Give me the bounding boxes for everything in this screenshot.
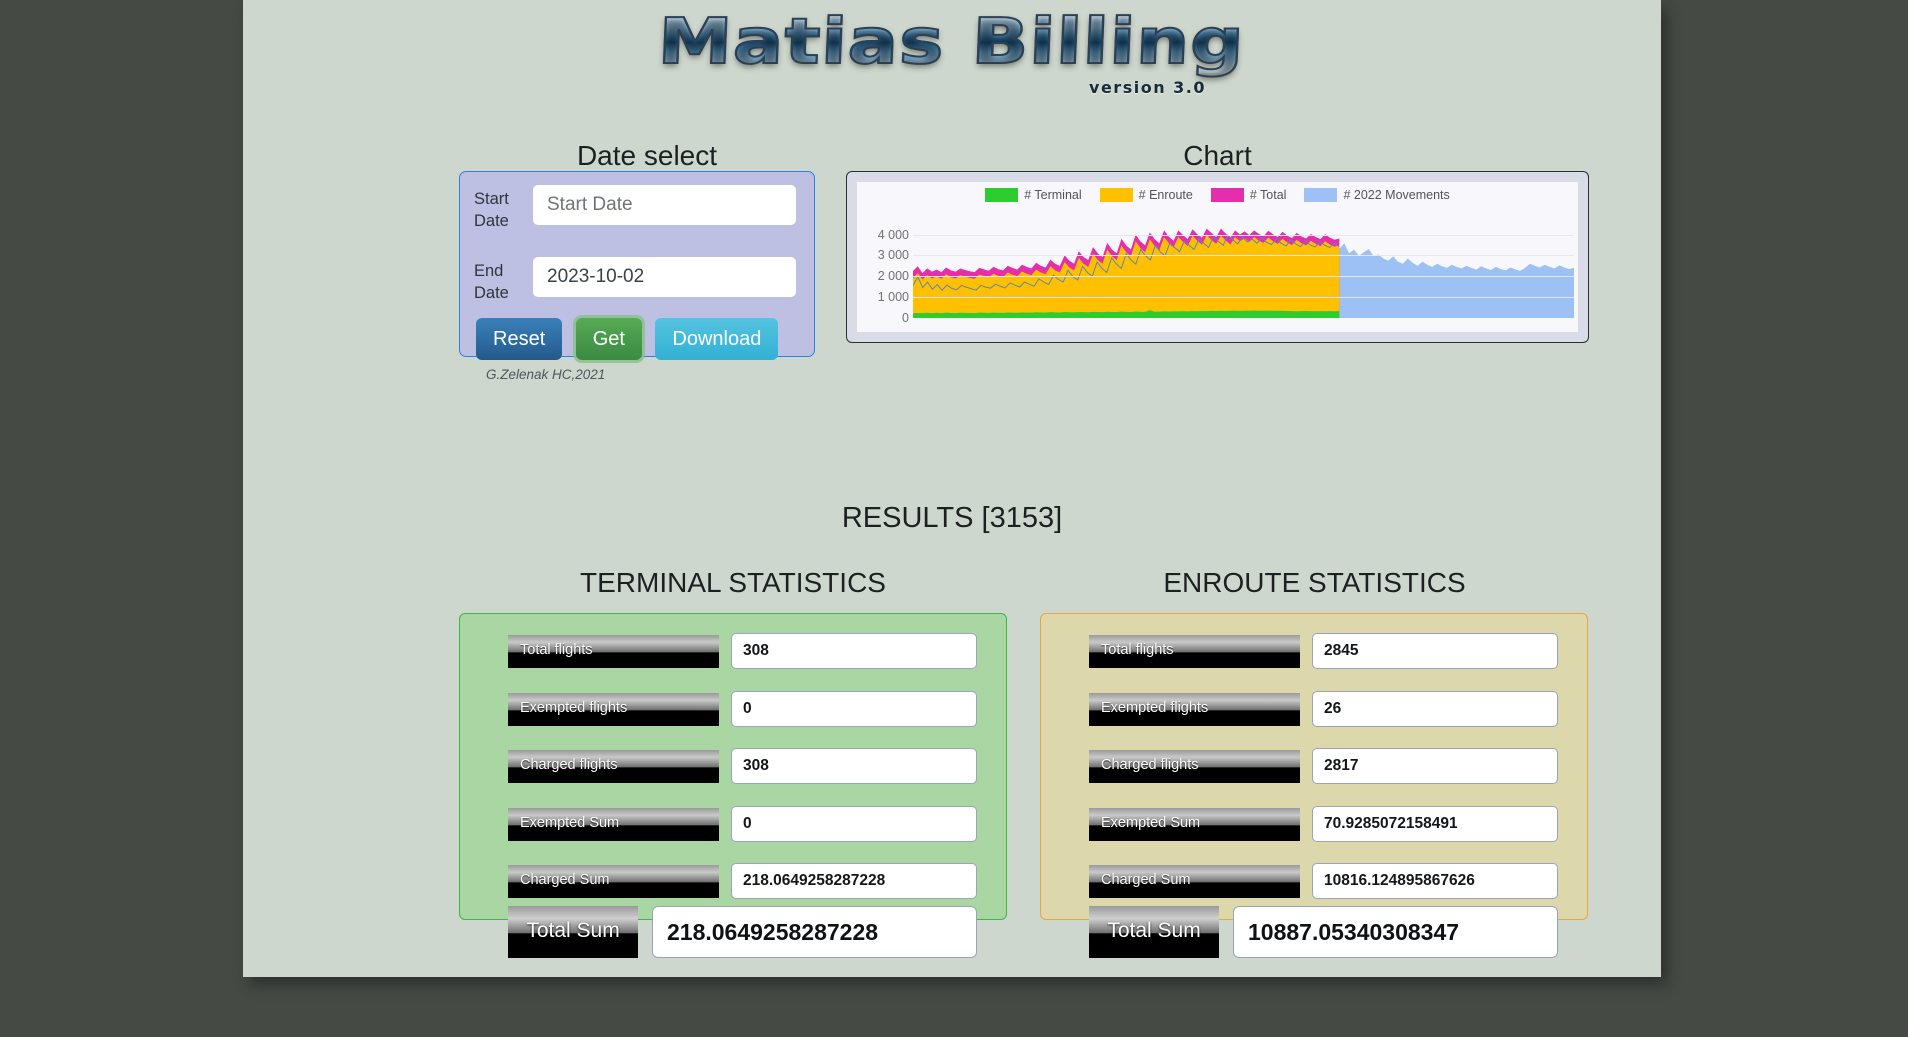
- stat-value-field[interactable]: [1312, 633, 1558, 669]
- end-date-row: End Date: [460, 257, 814, 310]
- chart-gridline: [913, 255, 1574, 257]
- stat-value-field[interactable]: [731, 691, 977, 727]
- y-axis-tick: 2 000: [877, 269, 909, 284]
- stat-value-field[interactable]: [1312, 748, 1558, 784]
- stat-label: Exempted flights: [508, 693, 719, 726]
- chart-plot-area: # Terminal # Enroute # Total # 2022 Movemen…: [857, 182, 1578, 332]
- stat-label: Exempted Sum: [508, 808, 719, 841]
- logo-version: version 3.0: [1089, 78, 1206, 97]
- terminal-statistics-title: TERMINAL STATISTICS: [580, 567, 886, 598]
- chart-panel: # Terminal # Enroute # Total # 2022 Movemen…: [846, 171, 1589, 343]
- stat-label: Exempted flights: [1089, 693, 1300, 726]
- chart-svg: [913, 228, 1574, 318]
- stat-value-field[interactable]: [1312, 691, 1558, 727]
- y-axis-tick: 1 000: [877, 290, 909, 305]
- enroute-statistics-title: ENROUTE STATISTICS: [1163, 567, 1466, 598]
- stat-label: Charged flights: [508, 750, 719, 783]
- date-actions: Reset Get Download: [476, 318, 779, 360]
- total-sum-value-field[interactable]: [1233, 906, 1558, 958]
- app-logo: Matias Billing version 3.0: [243, 4, 1661, 104]
- chart-y-axis: 0 1 000 2 000 3 000 4 000: [857, 182, 913, 332]
- stat-value-field[interactable]: [1312, 806, 1558, 842]
- start-date-label: Start Date: [474, 190, 509, 230]
- y-axis-tick: 4 000: [877, 227, 909, 242]
- chart-gridline: [913, 297, 1574, 299]
- stat-value-field[interactable]: [731, 863, 977, 899]
- end-date-label: End Date: [474, 262, 509, 302]
- app-container: Matias Billing version 3.0 Date select C…: [243, 0, 1661, 977]
- get-button[interactable]: Get: [575, 318, 642, 360]
- logo-text: Matias Billing: [645, 4, 1258, 79]
- stat-label: Charged flights: [1089, 750, 1300, 783]
- total-sum-label: Total Sum: [1089, 906, 1219, 958]
- stat-label: Total flights: [1089, 635, 1300, 668]
- stat-label: Total flights: [508, 635, 719, 668]
- date-select-panel: Start Date End Date Reset Get Download: [459, 171, 815, 360]
- chart-title: Chart: [1183, 140, 1252, 171]
- stat-value-field[interactable]: [731, 633, 977, 669]
- reset-button[interactable]: Reset: [476, 318, 563, 360]
- stat-label: Charged Sum: [1089, 865, 1300, 898]
- chart-gridline: [913, 234, 1574, 236]
- stat-value-field[interactable]: [731, 806, 977, 842]
- enroute-statistics-panel: Total flights Exempted flights Charged fli…: [1040, 613, 1588, 958]
- stat-value-field[interactable]: [731, 748, 977, 784]
- stat-value-field[interactable]: [1312, 863, 1558, 899]
- terminal-statistics-panel: Total flights Exempted flights Charged fli…: [459, 613, 1007, 958]
- stat-label: Exempted Sum: [1089, 808, 1300, 841]
- total-sum-value-field[interactable]: [652, 906, 977, 958]
- y-axis-tick: 3 000: [877, 248, 909, 263]
- stat-label: Charged Sum: [508, 865, 719, 898]
- end-date-input[interactable]: [533, 257, 796, 297]
- total-sum-label: Total Sum: [508, 906, 638, 958]
- results-title: RESULTS [3153]: [841, 502, 1063, 534]
- download-button[interactable]: Download: [655, 318, 779, 360]
- start-date-input[interactable]: [533, 185, 796, 225]
- chart-gridline: [913, 276, 1574, 278]
- y-axis-tick: 0: [902, 311, 909, 325]
- date-select-title: Date select: [576, 140, 718, 171]
- credit-text: G.Zelenak HC,2021: [486, 367, 606, 382]
- start-date-row: Start Date: [460, 185, 814, 238]
